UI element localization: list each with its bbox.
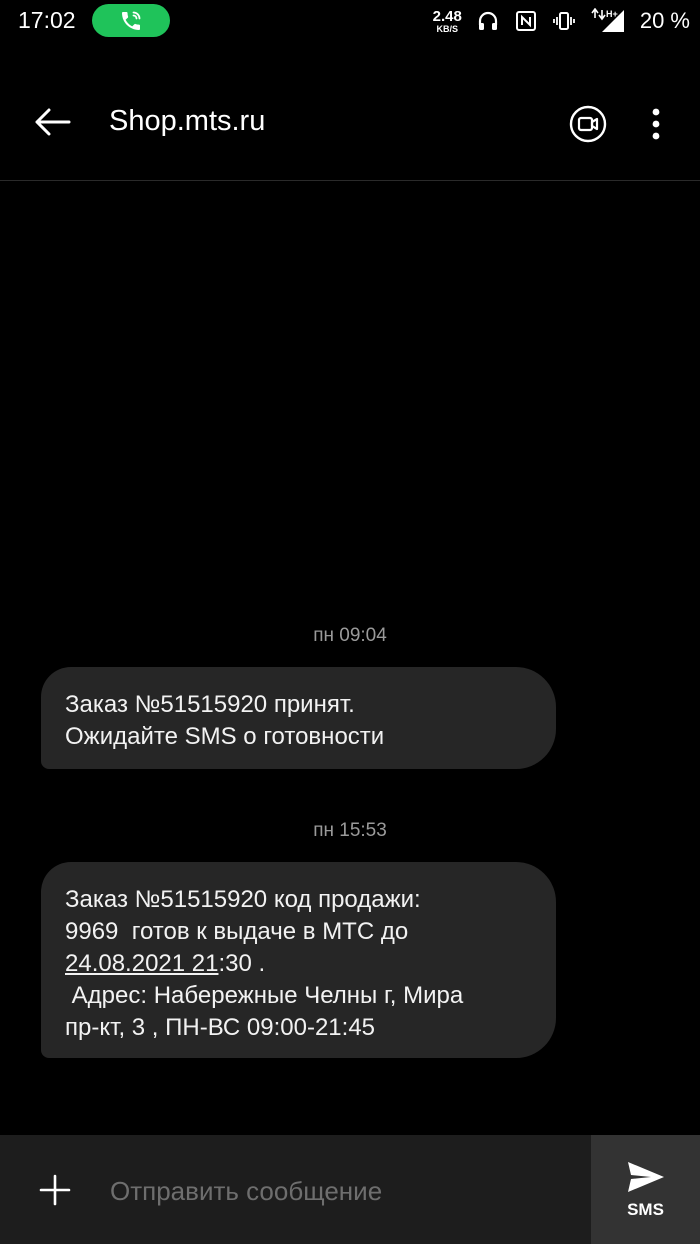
- message-input[interactable]: [108, 1163, 582, 1219]
- nfc-icon: [514, 9, 538, 33]
- message-text-line: Заказ №51515920 код продажи:: [65, 886, 421, 913]
- date-link[interactable]: 24.08.2021 21: [65, 950, 218, 977]
- message-text-line: пр-кт, 3 , ПН-ВС 09:00-21:45: [65, 1014, 376, 1041]
- contact-title: Shop.mts.ru: [109, 105, 266, 137]
- message-timestamp: пн 09:04: [313, 625, 387, 646]
- message-text-fragment: :30 .: [218, 950, 266, 977]
- message-text-line: 9969 готов к выдаче в МТС до: [65, 918, 409, 945]
- message-text-line: Заказ №51515920 принят.: [65, 691, 355, 718]
- back-button[interactable]: [30, 102, 74, 142]
- message-composer: SMS: [0, 1135, 700, 1244]
- network-speed-value: 2.48: [432, 7, 462, 25]
- incoming-message-bubble[interactable]: Заказ №51515920 принят. Ожидайте SMS о г…: [41, 667, 556, 769]
- network-speed: 2.48 KB/S: [433, 9, 462, 34]
- status-icons: 2.48 KB/S H+ 20 %: [433, 4, 690, 38]
- incoming-message-bubble[interactable]: Заказ №51515920 код продажи: 9969 готов …: [41, 862, 556, 1058]
- status-bar: 17:02 2.48 KB/S H+ 20 %: [0, 0, 700, 42]
- vibrate-icon: [552, 9, 576, 33]
- phone-call-icon: [122, 11, 141, 30]
- more-vertical-icon: [652, 108, 660, 140]
- message-text-line: 24.08.2021 21:30 .: [65, 948, 532, 980]
- battery-level: 20 %: [639, 8, 690, 33]
- video-camera-icon: [569, 105, 607, 143]
- video-call-button[interactable]: [566, 102, 610, 146]
- more-options-button[interactable]: [640, 102, 672, 146]
- network-type: H+: [606, 9, 618, 19]
- active-call-indicator[interactable]: [92, 4, 170, 37]
- send-label: SMS: [627, 1199, 664, 1219]
- status-time: 17:02: [18, 7, 76, 33]
- arrow-left-icon: [35, 108, 71, 136]
- message-text-line: Ожидайте SMS о готовности: [65, 723, 385, 750]
- mobile-signal-icon: H+: [590, 8, 626, 34]
- headphones-icon: [476, 9, 500, 33]
- message-text-line: Адрес: Набережные Челны г, Мира: [65, 982, 464, 1009]
- conversation-header: Shop.mts.ru: [0, 62, 700, 181]
- network-speed-unit: KB/S: [436, 23, 458, 34]
- attach-button[interactable]: [33, 1168, 77, 1212]
- plus-icon: [39, 1174, 71, 1206]
- send-sms-button[interactable]: SMS: [591, 1135, 700, 1244]
- send-icon: [627, 1161, 664, 1192]
- message-timestamp: пн 15:53: [313, 820, 387, 841]
